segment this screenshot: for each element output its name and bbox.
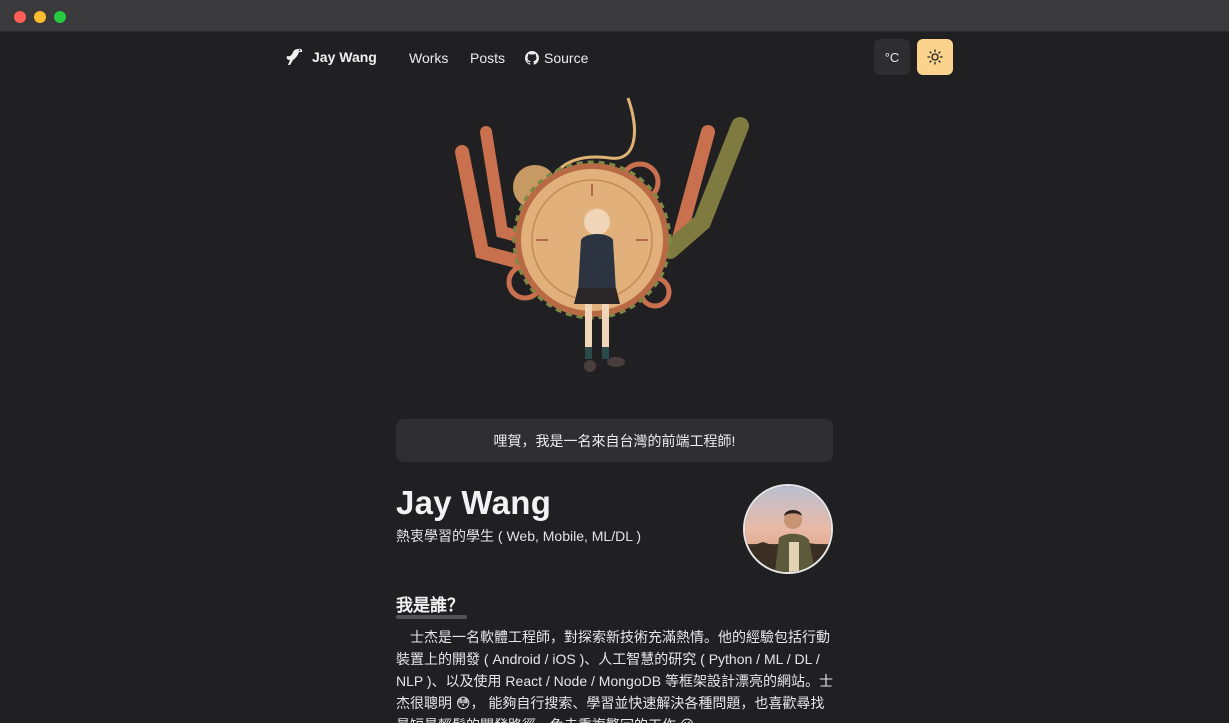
window-titlebar (0, 0, 1229, 32)
about-paragraph: 士杰是一名軟體工程師，對探索新技術充滿熱情。他的經驗包括行動裝置上的開發 ( A… (396, 629, 833, 723)
profile-subtitle: 熱衷學習的學生 ( Web, Mobile, ML/DL ) (396, 528, 642, 544)
nav-link-posts[interactable]: Posts (470, 50, 505, 66)
brand-link[interactable]: Jay Wang (284, 46, 377, 68)
nav-link-source-label: Source (544, 50, 589, 66)
hero-illustration (455, 97, 749, 372)
sun-icon (927, 49, 943, 65)
avatar (743, 484, 833, 574)
minimize-window-button[interactable] (34, 11, 46, 23)
github-icon (525, 51, 539, 65)
nav-link-source[interactable]: Source (525, 50, 588, 66)
nav-link-works[interactable]: Works (409, 50, 448, 66)
maximize-window-button[interactable] (54, 11, 66, 23)
close-window-button[interactable] (14, 11, 26, 23)
bird-logo-icon (286, 48, 303, 65)
temperature-unit-button[interactable]: °C (874, 39, 910, 75)
profile-name: Jay Wang (396, 484, 552, 521)
top-navbar: Jay Wang Works Posts Source °C (0, 32, 1229, 84)
theme-toggle-button[interactable] (917, 39, 953, 75)
avatar-photo (745, 486, 831, 572)
about-title-underline (396, 615, 467, 619)
greeting-banner: 哩賀，我是一名來自台灣的前端工程師! (396, 419, 833, 462)
brand-name: Jay Wang (312, 49, 377, 65)
about-title: 我是誰？ (396, 596, 464, 615)
